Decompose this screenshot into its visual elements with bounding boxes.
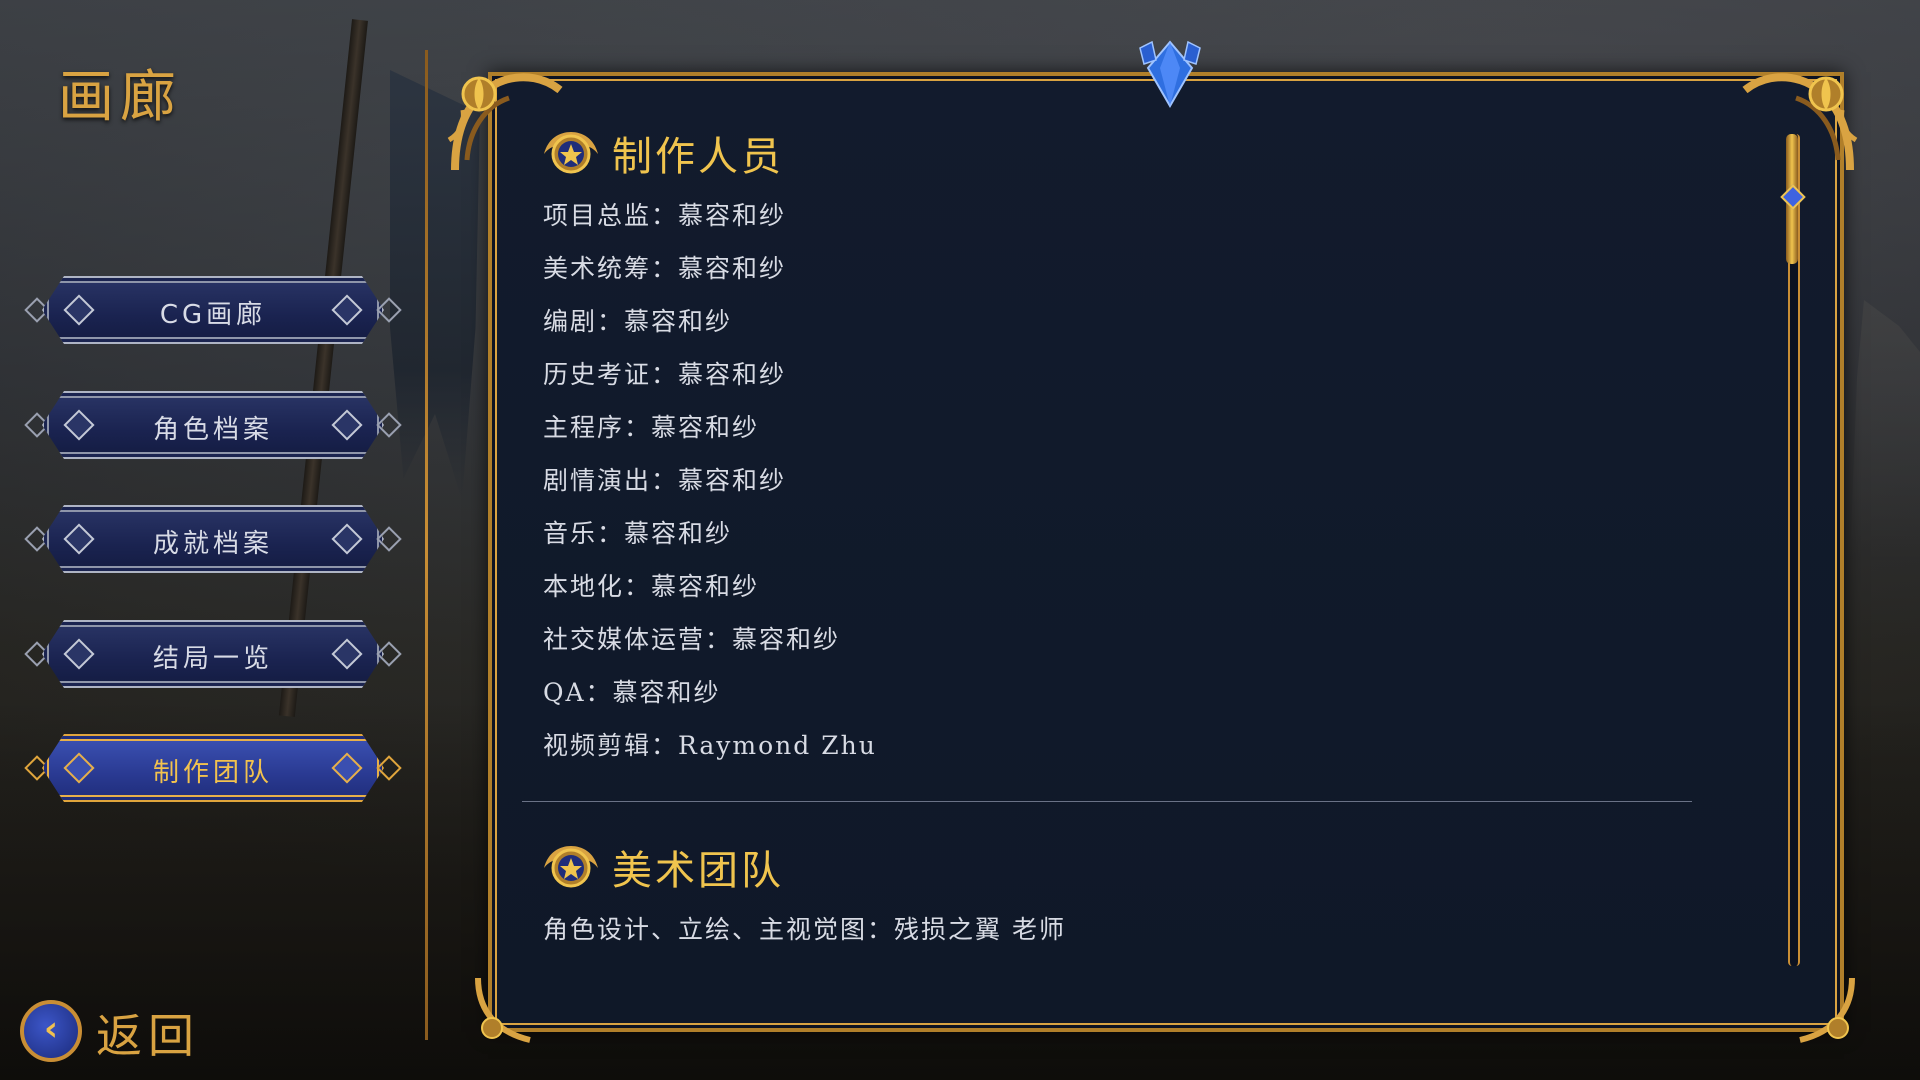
gallery-screen: 画廊 CG画廊 角色档案 成就档案 结局一览 制作团队 ‹ 返回 制作人员 项目… — [0, 0, 1920, 1080]
credit-line: 本地化：慕容和纱 — [543, 572, 760, 601]
credit-line: QA：慕容和纱 — [543, 678, 721, 707]
gold-corner-ornament — [1742, 73, 1858, 171]
credit-line: 主程序：慕容和纱 — [543, 413, 760, 442]
nav-button-label: 成就档案 — [152, 529, 273, 559]
credit-line: 音乐：慕容和纱 — [543, 519, 733, 548]
gold-corner-ornament — [1799, 977, 1855, 1043]
nav-button-character-profiles[interactable]: 角色档案 — [24, 383, 402, 467]
crystal-gem-icon — [1139, 40, 1201, 108]
credit-line: 美术统筹：慕容和纱 — [543, 254, 787, 283]
chevron-left-icon: ‹ — [20, 1000, 82, 1062]
credit-line: 社交媒体运营：慕容和纱 — [543, 625, 841, 654]
staff-credits-list: 项目总监：慕容和纱 美术统筹：慕容和纱 编剧：慕容和纱 历史考证：慕容和纱 主程… — [543, 196, 877, 779]
section-divider — [522, 801, 1692, 802]
star-emblem-icon — [544, 132, 598, 174]
credit-line: 历史考证：慕容和纱 — [543, 360, 787, 389]
credit-line: 剧情演出：慕容和纱 — [543, 466, 787, 495]
nav-button-cg-gallery[interactable]: CG画廊 — [24, 268, 402, 352]
nav-button-achievements[interactable]: 成就档案 — [24, 497, 402, 581]
nav-button-label: CG画廊 — [159, 300, 267, 330]
nav-button-label: 结局一览 — [152, 644, 273, 674]
sidebar-divider — [425, 50, 428, 1040]
star-emblem-icon — [544, 846, 598, 888]
nav-button-credits[interactable]: 制作团队 — [24, 726, 402, 810]
section-title: 制作人员 — [612, 134, 784, 180]
nav-button-label: 角色档案 — [152, 415, 273, 445]
back-label: 返回 — [96, 1009, 200, 1063]
gold-corner-ornament — [475, 977, 531, 1043]
credit-line: 编剧：慕容和纱 — [543, 307, 733, 336]
back-button[interactable]: ‹ 返回 — [20, 998, 220, 1063]
section-title: 美术团队 — [612, 848, 784, 894]
nav-button-label: 制作团队 — [152, 758, 273, 788]
background-ruin — [1850, 300, 1920, 560]
nav-button-endings[interactable]: 结局一览 — [24, 612, 402, 696]
page-title: 画廊 — [58, 65, 182, 130]
credit-line: 角色设计、立绘、主视觉图：残损之翼 老师 — [543, 915, 1066, 944]
credit-line: 视频剪辑：Raymond Zhu — [543, 731, 877, 760]
credit-line: 项目总监：慕容和纱 — [543, 201, 787, 230]
